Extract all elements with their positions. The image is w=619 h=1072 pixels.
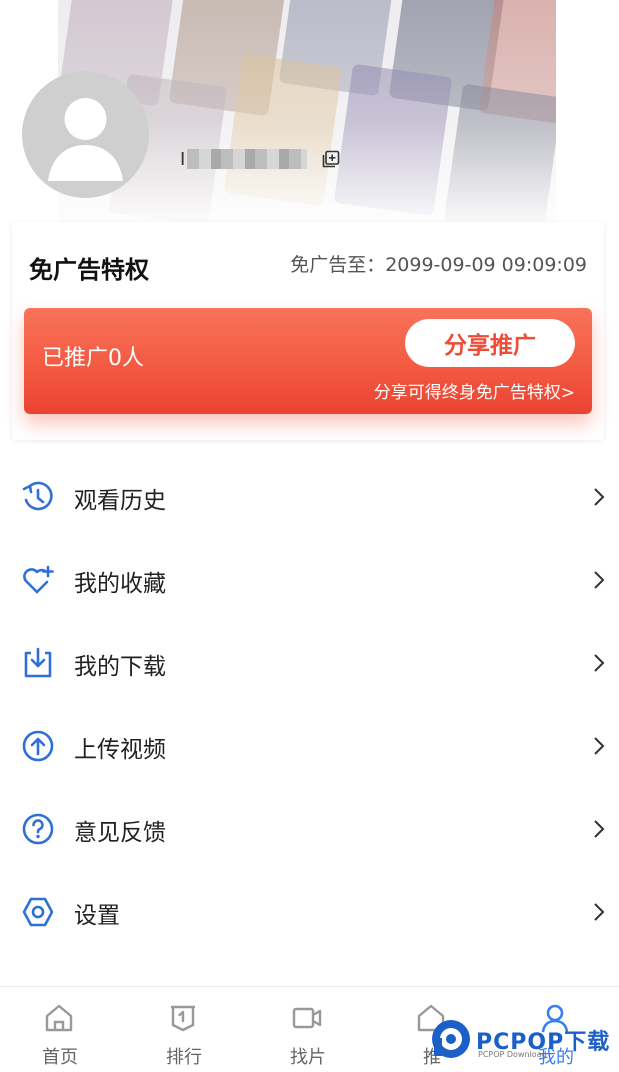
chevron-right-icon xyxy=(594,903,605,921)
video-camera-icon xyxy=(292,1007,322,1029)
share-tip-link[interactable]: 分享可得终身免广告特权> xyxy=(374,378,575,403)
menu-item-history[interactable]: 观看历史 xyxy=(0,456,619,539)
menu-item-settings[interactable]: 设置 xyxy=(0,871,619,954)
chevron-right-icon xyxy=(594,488,605,506)
username-initial: I xyxy=(180,148,186,170)
ad-free-title: 免广告特权 xyxy=(29,256,149,284)
chevron-right-icon xyxy=(594,737,605,755)
tab-label: 首页 xyxy=(42,1047,78,1068)
watermark-sub: PCPOP Download xyxy=(478,1050,547,1059)
upload-icon xyxy=(22,730,54,762)
menu-label: 上传视频 xyxy=(74,737,166,763)
settings-icon xyxy=(22,897,54,927)
menu-label: 意见反馈 xyxy=(74,820,166,846)
username: I xyxy=(180,148,308,170)
menu-label: 观看历史 xyxy=(74,488,166,514)
tab-find-video[interactable]: 找片 xyxy=(246,987,370,1072)
menu-label: 我的收藏 xyxy=(74,571,166,597)
pcpop-logo-icon xyxy=(432,1020,470,1058)
menu-label: 设置 xyxy=(74,903,120,929)
chevron-right-icon xyxy=(594,571,605,589)
promoted-count: 已推广0人 xyxy=(42,346,144,371)
menu-item-upload[interactable]: 上传视频 xyxy=(0,705,619,788)
ad-free-expire: 免广告至：2099-09-09 09:09:09 xyxy=(290,254,587,276)
tab-label: 找片 xyxy=(290,1047,326,1068)
ad-free-card: 免广告特权 免广告至：2099-09-09 09:09:09 已推广0人 分享推… xyxy=(12,222,604,440)
home-icon xyxy=(45,1004,73,1032)
menu-item-feedback[interactable]: 意见反馈 xyxy=(0,788,619,871)
download-icon xyxy=(24,647,52,678)
feedback-question-icon xyxy=(22,813,54,845)
history-icon xyxy=(22,481,53,511)
user-avatar-icon xyxy=(48,98,123,181)
watermark: PCPOP下载 PCPOP Download xyxy=(430,1018,619,1068)
copy-icon[interactable] xyxy=(322,150,340,168)
username-masked xyxy=(187,149,308,169)
avatar[interactable] xyxy=(22,71,149,198)
tab-label: 排行 xyxy=(166,1047,202,1068)
menu-list: 观看历史 我的收藏 我的下载 上传视频 意见反馈 设置 xyxy=(0,456,619,954)
menu-item-favorites[interactable]: 我的收藏 xyxy=(0,539,619,622)
chevron-right-icon xyxy=(594,654,605,672)
menu-item-downloads[interactable]: 我的下载 xyxy=(0,622,619,705)
favorite-heart-icon xyxy=(23,565,54,594)
tab-ranking[interactable]: 排行 xyxy=(122,987,246,1072)
promotion-banner: 已推广0人 分享推广 分享可得终身免广告特权> xyxy=(24,308,592,414)
menu-label: 我的下载 xyxy=(74,654,166,680)
share-promote-button[interactable]: 分享推广 xyxy=(405,319,575,367)
chevron-right-icon xyxy=(594,820,605,838)
ranking-icon xyxy=(171,1005,195,1032)
tab-home[interactable]: 首页 xyxy=(0,987,122,1072)
